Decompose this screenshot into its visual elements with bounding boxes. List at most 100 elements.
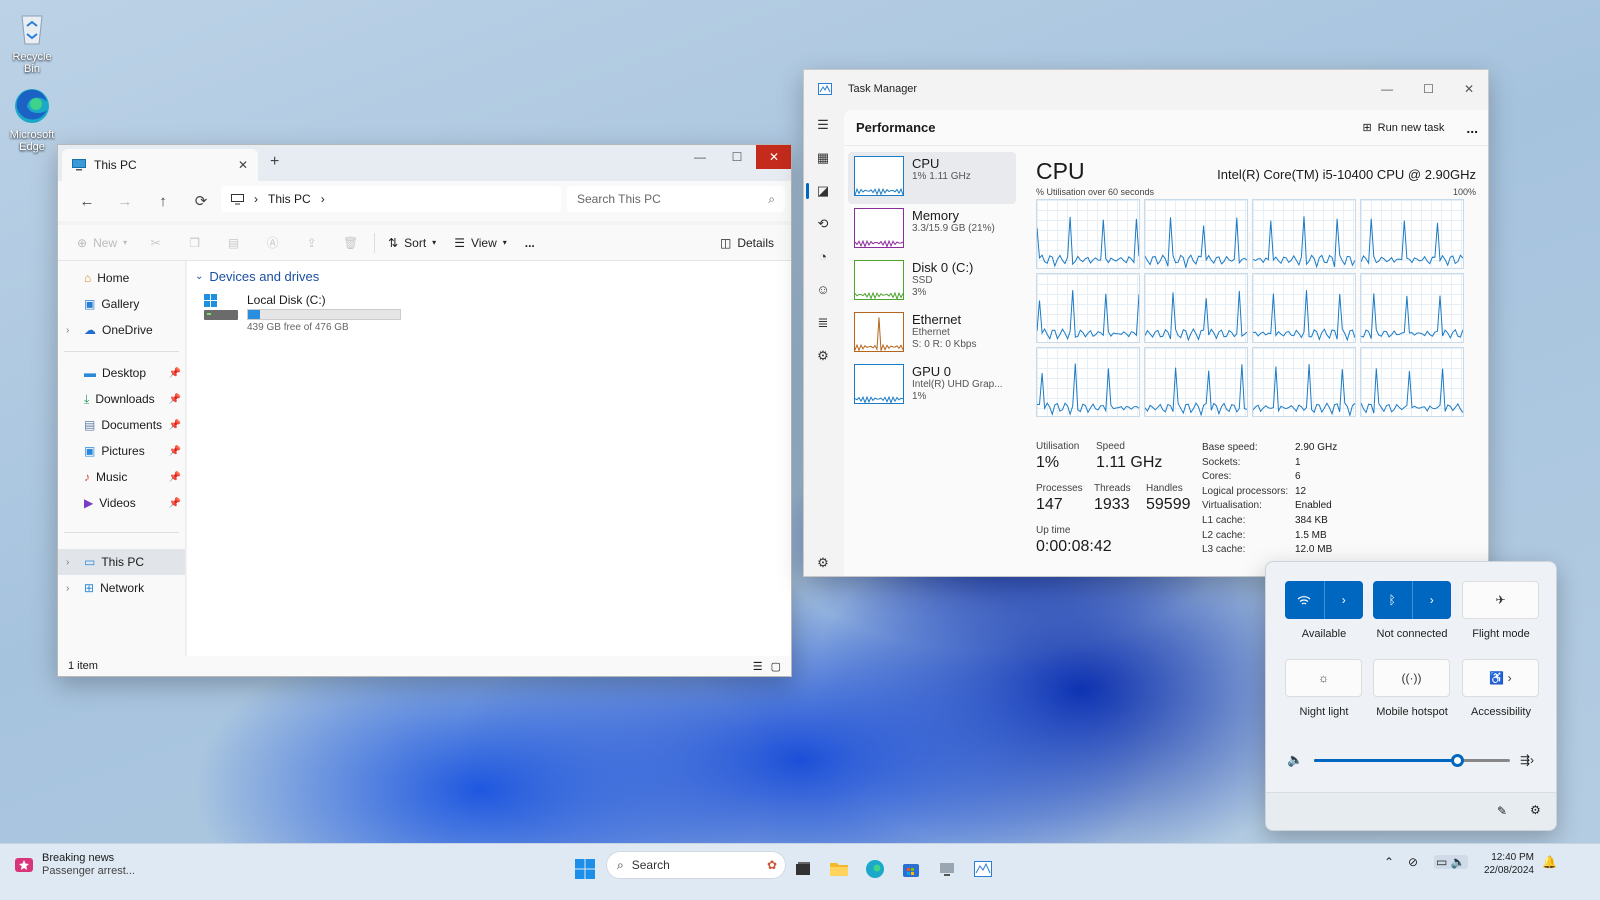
system-tray-group[interactable]: ▭ 🔈 <box>1434 855 1468 869</box>
sidebar-item-gallery[interactable]: ▣ Gallery <box>58 291 185 317</box>
sidebar-item-pictures[interactable]: ▣ Pictures 📌 <box>58 438 185 464</box>
chevron-right-icon[interactable]: › <box>66 325 69 336</box>
copy-icon[interactable]: ❐ <box>175 229 214 257</box>
bluetooth-toggle[interactable]: ᛒ › <box>1373 581 1451 619</box>
edit-icon[interactable]: ✎ <box>1497 804 1507 818</box>
settings-icon[interactable]: ⚙ <box>804 546 842 576</box>
refresh-button[interactable]: ⟳ <box>182 186 220 216</box>
resource-item[interactable]: CPU 1% 1.11 GHz <box>848 152 1016 204</box>
share-icon[interactable]: ⇪ <box>292 229 331 257</box>
paste-icon[interactable]: ▤ <box>214 229 253 257</box>
details-view-icon[interactable]: ☰ <box>753 660 763 673</box>
speaker-icon[interactable]: 🔈 <box>1287 752 1303 768</box>
settings-icon[interactable]: ⚙ <box>1530 803 1541 817</box>
flight-mode-toggle[interactable]: ✈ <box>1462 581 1539 619</box>
minimize-button[interactable]: — <box>1381 82 1393 96</box>
drive-item-c[interactable]: Local Disk (C:) 439 GB free of 476 GB <box>203 293 401 333</box>
cut-icon[interactable]: ✂ <box>136 229 175 257</box>
wifi-icon[interactable] <box>1285 581 1324 619</box>
maximize-button[interactable]: ☐ <box>719 145 755 169</box>
task-view-icon[interactable] <box>788 854 818 884</box>
back-button[interactable]: ← <box>68 186 106 216</box>
show-hidden-icons-icon[interactable]: ⌃ <box>1384 855 1394 869</box>
pin-icon[interactable]: 📌 <box>169 446 181 457</box>
pin-icon[interactable]: 📌 <box>169 394 181 405</box>
details-icon[interactable]: ≣ <box>804 306 842 339</box>
sidebar-item-onedrive[interactable]: › ☁ OneDrive <box>58 317 185 343</box>
sidebar-item-home[interactable]: ⌂ Home <box>58 265 185 291</box>
search-box[interactable]: Search This PC ⌕ <box>567 186 785 212</box>
pin-icon[interactable]: 📌 <box>169 472 181 483</box>
minimize-button[interactable]: — <box>682 145 718 169</box>
volume-slider-thumb[interactable] <box>1451 754 1465 767</box>
more-options-button[interactable]: ... <box>1466 120 1478 136</box>
store-taskbar-icon[interactable] <box>896 854 926 884</box>
sidebar-item-this-pc[interactable]: › ▭ This PC <box>58 549 185 575</box>
clock[interactable]: 12:40 PM 22/08/2024 <box>1478 851 1534 877</box>
performance-icon[interactable]: ◪ <box>804 174 842 207</box>
close-button[interactable]: ✕ <box>756 145 791 169</box>
maximize-button[interactable]: ☐ <box>1423 82 1434 96</box>
startup-apps-icon[interactable]: ◔ <box>804 240 842 273</box>
volume-slider[interactable] <box>1314 754 1510 767</box>
edge-taskbar-icon[interactable] <box>860 854 890 884</box>
breadcrumb[interactable]: This PC <box>268 192 311 206</box>
pc-manager-taskbar-icon[interactable] <box>932 854 962 884</box>
chevron-right-icon[interactable]: › <box>321 192 325 206</box>
tab-this-pc[interactable]: This PC ✕ <box>62 149 258 181</box>
close-tab-icon[interactable]: ✕ <box>238 158 248 172</box>
up-button[interactable]: ↑ <box>144 186 182 216</box>
notifications-icon[interactable]: 🔔 <box>1542 855 1557 869</box>
pin-icon[interactable]: 📌 <box>169 498 181 509</box>
file-explorer-taskbar-icon[interactable] <box>824 854 854 884</box>
rename-icon[interactable]: Ⓐ <box>253 229 292 257</box>
chevron-right-icon[interactable]: › <box>66 583 69 594</box>
sidebar-item-documents[interactable]: ▤ Documents 📌 <box>58 412 185 438</box>
chevron-right-icon[interactable]: › <box>1323 581 1364 619</box>
news-widget[interactable]: Breaking news Passenger arrest... <box>14 852 135 878</box>
desktop-icon-edge[interactable]: Microsoft Edge <box>6 86 58 153</box>
chevron-right-icon[interactable]: › <box>1411 581 1452 619</box>
wifi-toggle[interactable]: › <box>1285 581 1363 619</box>
delete-icon[interactable]: 🗑 <box>331 229 370 257</box>
services-icon[interactable]: ⚙ <box>804 339 842 372</box>
more-options-button[interactable]: ... <box>516 229 544 257</box>
tiles-view-icon[interactable]: ▢ <box>771 660 781 673</box>
audio-output-icon[interactable]: ⇶› <box>1520 753 1534 767</box>
night-light-toggle[interactable]: ☼ <box>1285 659 1362 697</box>
resource-item[interactable]: GPU 0 Intel(R) UHD Grap... 1% <box>848 360 1016 412</box>
resource-item[interactable]: Ethernet Ethernet S: 0 R: 0 Kbps <box>848 308 1016 360</box>
accessibility-button[interactable]: ♿ › <box>1462 659 1539 697</box>
new-tab-button[interactable]: + <box>270 153 279 171</box>
taskbar-search[interactable]: ⌕ Search ✿ <box>606 851 786 879</box>
mobile-hotspot-toggle[interactable]: ((·)) <box>1373 659 1450 697</box>
sidebar-item-videos[interactable]: ▶ Videos 📌 <box>58 490 185 516</box>
sidebar-item-network[interactable]: › ⊞ Network <box>58 575 185 601</box>
processes-icon[interactable]: ▦ <box>804 141 842 174</box>
start-button[interactable] <box>570 854 600 884</box>
pin-icon[interactable]: 📌 <box>169 420 181 431</box>
app-history-icon[interactable]: ⟲ <box>804 207 842 240</box>
sort-button[interactable]: ⇅ Sort ▾ <box>379 229 445 257</box>
resource-item[interactable]: Disk 0 (C:) SSD 3% <box>848 256 1016 308</box>
search-input[interactable]: Search <box>632 858 759 872</box>
sidebar-item-downloads[interactable]: ⤓ Downloads 📌 <box>58 386 185 412</box>
sidebar-item-music[interactable]: ♪ Music 📌 <box>58 464 185 490</box>
details-button[interactable]: ◫ Details <box>711 229 783 257</box>
desktop-icon-recycle-bin[interactable]: Recycle Bin <box>6 8 58 75</box>
new-button[interactable]: ⊕ New ▾ <box>68 229 136 257</box>
sidebar-item-desktop[interactable]: ▬ Desktop 📌 <box>58 360 185 386</box>
task-manager-taskbar-icon[interactable] <box>968 854 998 884</box>
address-bar[interactable]: › This PC › <box>221 186 561 212</box>
chevron-right-icon[interactable]: › <box>66 557 69 568</box>
network-offline-icon[interactable]: ⊘ <box>1408 855 1418 869</box>
forward-button[interactable]: → <box>106 186 144 216</box>
users-icon[interactable]: ☺ <box>804 273 842 306</box>
close-button[interactable]: ✕ <box>1464 82 1474 96</box>
run-new-task-button[interactable]: ⊞ Run new task <box>1362 121 1444 135</box>
pin-icon[interactable]: 📌 <box>169 368 181 379</box>
view-button[interactable]: ☰ View ▾ <box>445 229 516 257</box>
group-header[interactable]: ⌄ Devices and drives <box>195 269 783 284</box>
hamburger-menu-icon[interactable]: ☰ <box>804 108 842 141</box>
bluetooth-icon[interactable]: ᛒ <box>1373 581 1412 619</box>
